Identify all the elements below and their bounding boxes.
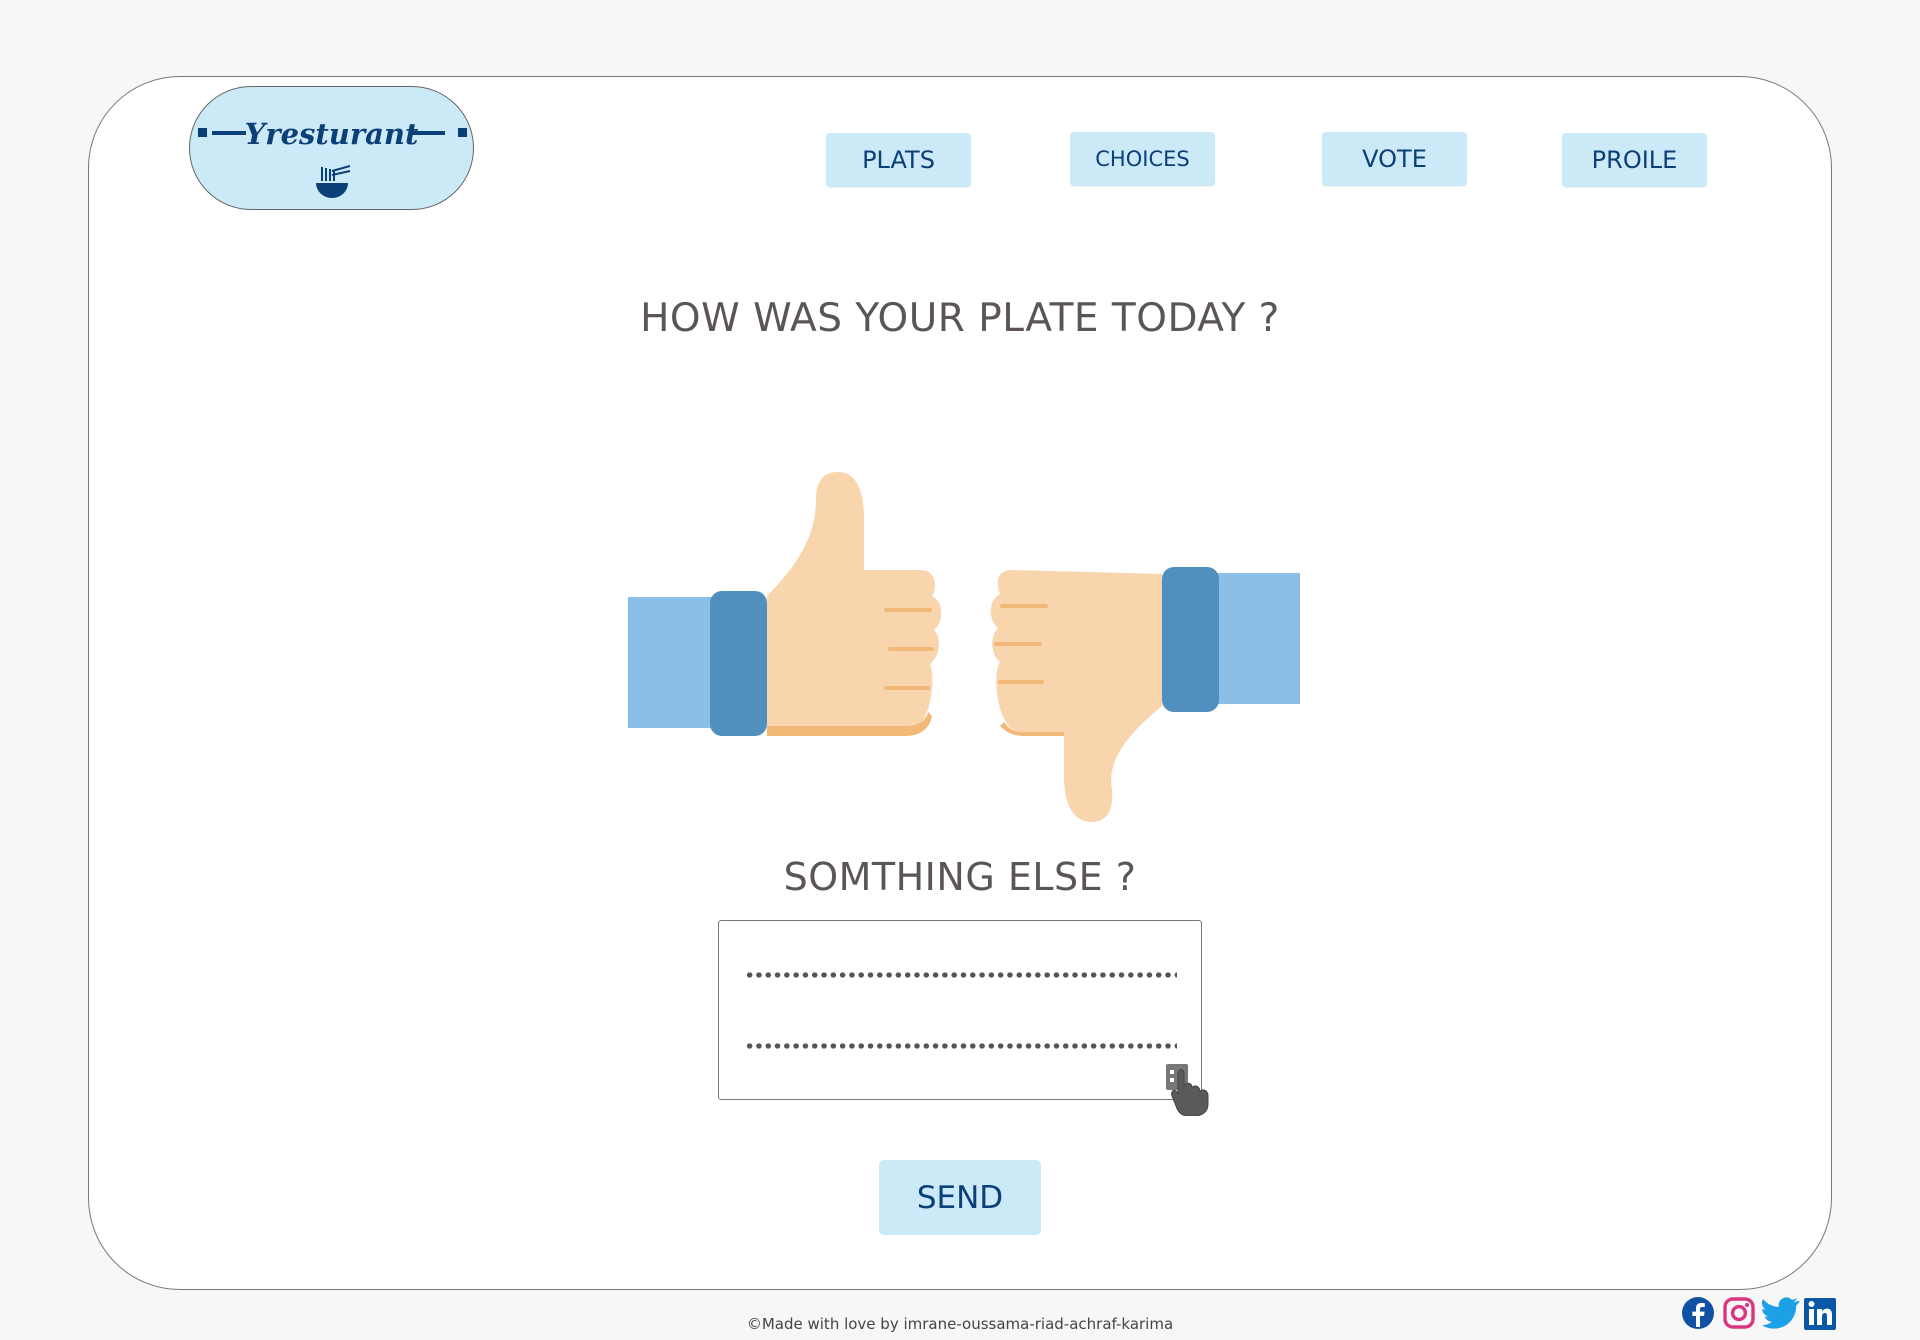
instagram-icon[interactable] bbox=[1722, 1296, 1756, 1330]
logo-ornament bbox=[411, 131, 445, 135]
page-question: HOW WAS YOUR PLATE TODAY ? bbox=[640, 296, 1280, 341]
thumbs-up-icon[interactable] bbox=[628, 472, 942, 736]
logo-ornament bbox=[458, 128, 467, 137]
feedback-textarea[interactable] bbox=[718, 920, 1202, 1100]
send-button[interactable]: SEND bbox=[879, 1160, 1041, 1235]
twitter-icon[interactable] bbox=[1762, 1296, 1800, 1330]
noodle-bowl-icon bbox=[316, 165, 351, 198]
text-line bbox=[745, 1043, 1177, 1049]
logo[interactable]: Yresturant bbox=[189, 86, 474, 210]
feedback-title: SOMTHING ELSE ? bbox=[783, 855, 1137, 899]
thumbs-down-icon[interactable] bbox=[990, 567, 1300, 822]
footer-credit: ©Made with love by imrane-oussama-riad-a… bbox=[746, 1315, 1174, 1333]
nav-plats[interactable]: PLATS bbox=[826, 133, 971, 187]
linkedin-icon[interactable] bbox=[1804, 1296, 1836, 1330]
hand-cursor-icon bbox=[1166, 1064, 1209, 1116]
nav-choices[interactable]: CHOICES bbox=[1070, 132, 1215, 186]
rating-icons bbox=[628, 472, 1300, 822]
facebook-icon[interactable] bbox=[1680, 1296, 1716, 1330]
nav-profile[interactable]: PROILE bbox=[1562, 133, 1707, 187]
text-line bbox=[745, 972, 1177, 978]
nav-vote[interactable]: VOTE bbox=[1322, 132, 1467, 186]
